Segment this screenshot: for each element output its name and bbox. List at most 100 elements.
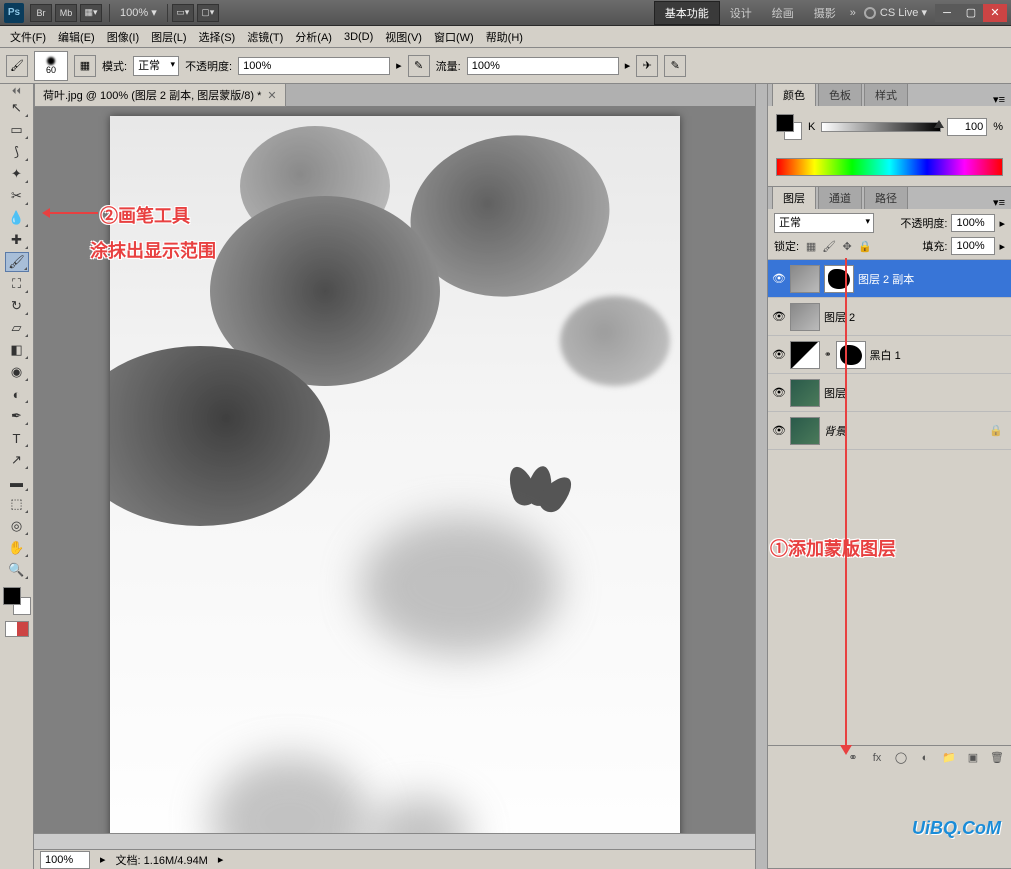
menu-window[interactable]: 窗口(W) [428,26,480,48]
layer-name-label[interactable]: 背景 [824,423,846,439]
visibility-toggle[interactable]: 👁 [772,348,786,362]
layer-item[interactable]: 👁图层 2 副本 [768,260,1011,298]
visibility-toggle[interactable]: 👁 [772,386,786,400]
path-select-tool[interactable]: ↗ [5,450,29,470]
new-layer-button[interactable]: ▣ [965,750,981,766]
workspace-painting[interactable]: 绘画 [762,2,804,24]
lock-transparency[interactable]: ▦ [803,238,819,254]
tab-layers[interactable]: 图层 [772,186,816,209]
flow-input[interactable] [467,57,619,75]
eyedropper-tool[interactable]: 💧 [5,208,29,228]
opacity-flyout2[interactable]: ▸ [999,217,1005,230]
layer-thumb[interactable] [790,265,820,293]
cs-live-button[interactable]: CS Live ▾ [864,6,927,19]
workspace-photography[interactable]: 摄影 [804,2,846,24]
layer-name-label[interactable]: 图层 2 副本 [858,271,914,287]
history-brush-tool[interactable]: ↻ [5,296,29,316]
layer-name-label[interactable]: 黑白 1 [870,347,901,363]
tool-preset-picker[interactable]: 🖌 [6,55,28,77]
visibility-toggle[interactable]: 👁 [772,310,786,324]
status-arrow2[interactable]: ▸ [218,853,224,866]
tab-styles[interactable]: 样式 [864,83,908,106]
layer-item[interactable]: 👁 图层 2 [768,298,1011,336]
layer-thumb[interactable] [790,379,820,407]
shape-tool[interactable]: ▬ [5,472,29,492]
panel-collapse-strip[interactable] [755,84,767,869]
type-tool[interactable]: T [5,428,29,448]
layer-mask-thumb[interactable] [824,265,854,293]
3d-tool[interactable]: ⬚ [5,494,29,514]
blend-mode-select[interactable]: 正常 [133,56,179,76]
spectrum-ramp[interactable] [776,158,1003,176]
layer-thumb[interactable] [790,417,820,445]
workspace-essentials[interactable]: 基本功能 [654,1,720,25]
layer-name-label[interactable]: 图层 2 [824,309,855,325]
dodge-tool[interactable]: ◐ [5,384,29,404]
workspace-more[interactable]: » [850,7,856,19]
menu-3d[interactable]: 3D(D) [338,28,379,46]
menu-layer[interactable]: 图层(L) [145,26,192,48]
layers-panel-menu[interactable]: ▾≡ [987,196,1011,209]
window-minimize[interactable]: ─ [935,4,959,22]
airbrush-button[interactable]: ✈ [636,55,658,77]
blur-tool[interactable]: ◉ [5,362,29,382]
workspace-design[interactable]: 设计 [720,2,762,24]
zoom-level[interactable]: 100% ▾ [114,6,163,19]
quick-mask-toggle[interactable] [5,621,29,637]
canvas[interactable] [110,116,680,833]
add-mask-button[interactable]: ◯ [893,750,909,766]
fill-flyout[interactable]: ▸ [999,240,1005,253]
layer-mask-thumb[interactable] [836,341,866,369]
brush-panel-toggle[interactable]: ▦ [74,55,96,77]
k-input[interactable] [947,118,987,136]
tab-paths[interactable]: 路径 [864,186,908,209]
stamp-tool[interactable]: ⛶ [5,274,29,294]
lock-all[interactable]: 🔒 [857,238,873,254]
document-tab[interactable]: 荷叶.jpg @ 100% (图层 2 副本, 图层蒙版/8) * ✕ [34,83,286,107]
gradient-tool[interactable]: ◧ [5,340,29,360]
layer-fx-button[interactable]: fx [869,750,885,766]
arrange-button[interactable]: ▭▾ [172,4,194,22]
color-swatches[interactable] [3,587,31,615]
horizontal-scrollbar[interactable] [34,833,755,849]
zoom-tool[interactable]: 🔍 [5,560,29,580]
color-panel-menu[interactable]: ▾≡ [987,93,1011,106]
tab-swatches[interactable]: 色板 [818,83,862,106]
brush-tool[interactable]: 🖌 [5,252,29,272]
menu-filter[interactable]: 滤镜(T) [241,26,289,48]
menu-image[interactable]: 图像(I) [101,26,145,48]
fill-input[interactable] [951,237,995,255]
canvas-viewport[interactable] [34,106,755,833]
new-group-button[interactable]: 📁 [941,750,957,766]
panel-color-swatch[interactable] [776,114,802,140]
minibridge-button[interactable]: Mb [55,4,77,22]
layer-thumb[interactable] [790,341,820,369]
layer-thumb[interactable] [790,303,820,331]
pen-tool[interactable]: ✒ [5,406,29,426]
status-zoom-input[interactable] [40,851,90,869]
toolbox-collapse[interactable]: ⏴⏴ [12,86,21,97]
move-tool[interactable]: ↖ [5,98,29,118]
bridge-button[interactable]: Br [30,4,52,22]
tab-channels[interactable]: 通道 [818,186,862,209]
wand-tool[interactable]: ✦ [5,164,29,184]
lock-position[interactable]: ✥ [839,238,855,254]
window-close[interactable]: ✕ [983,4,1007,22]
layer-blend-select[interactable]: 正常 [774,213,874,233]
heal-tool[interactable]: ✚ [5,230,29,250]
menu-analysis[interactable]: 分析(A) [289,26,338,48]
layer-item[interactable]: 👁背景🔒 [768,412,1011,450]
3d-camera-tool[interactable]: ◎ [5,516,29,536]
document-close[interactable]: ✕ [267,89,276,102]
visibility-toggle[interactable]: 👁 [772,424,786,438]
lasso-tool[interactable]: ⟆ [5,142,29,162]
view-extras-button[interactable]: ▦▾ [80,4,102,22]
brush-preset-picker[interactable]: 60 [34,51,68,81]
tablet-opacity-button[interactable]: ✎ [408,55,430,77]
menu-file[interactable]: 文件(F) [4,26,52,48]
status-arrow[interactable]: ▸ [100,853,106,866]
opacity-input[interactable] [238,57,390,75]
tablet-size-button[interactable]: ✎ [664,55,686,77]
window-maximize[interactable]: ▢ [959,4,983,22]
menu-view[interactable]: 视图(V) [379,26,428,48]
